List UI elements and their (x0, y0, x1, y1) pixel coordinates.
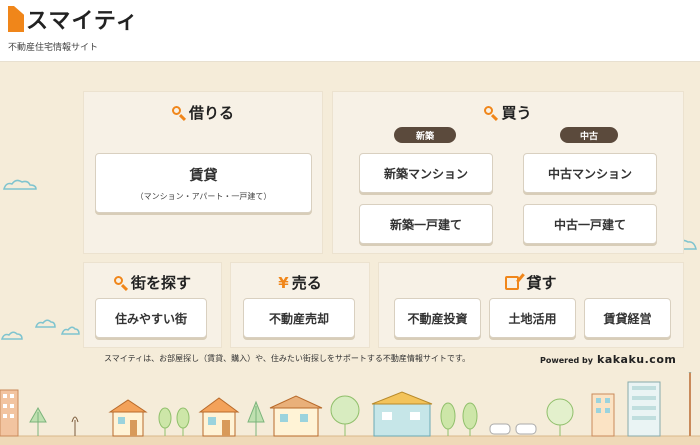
lend-title: 貸す (379, 272, 683, 293)
used-house-button[interactable]: 中古一戸建て (523, 204, 657, 244)
site-tagline: 不動産住宅情報サイト (8, 43, 99, 53)
buy-panel: 買う 新築 中古 新築マンション 中古マンション 新築一戸建て 中古一戸建て (332, 91, 684, 254)
rent-button-sub: （マンション・アパート・一戸建て） (135, 191, 272, 201)
rent-button-label: 賃貸 (189, 167, 218, 184)
rent-title-label: 借りる (188, 104, 234, 122)
town-panel: 街を探す 住みやすい街 (83, 262, 222, 348)
kakaku-logo: kakaku.com (597, 353, 677, 366)
sell-estate-button[interactable]: 不動産売却 (243, 298, 355, 338)
logo-text: スマイティ (26, 9, 139, 34)
sell-title-label: 売る (291, 274, 322, 292)
search-icon (113, 275, 128, 290)
site-description: スマイティは、お部屋探し（賃貸、購入）や、住みたい街探しをサポートする不動産情報… (104, 354, 471, 363)
logo-mark-icon (8, 6, 30, 34)
cloud-icon (34, 319, 56, 328)
cloud-icon (60, 326, 80, 335)
town-scenery-illustration (0, 372, 700, 445)
cloud-icon (3, 179, 37, 190)
livable-town-button[interactable]: 住みやすい街 (95, 298, 207, 338)
search-icon (171, 105, 186, 120)
lend-panel: 貸す 不動産投資 土地活用 賃貸経営 (378, 262, 684, 348)
pen-note-icon (505, 275, 520, 290)
land-use-button[interactable]: 土地活用 (489, 298, 576, 338)
cloud-icon (0, 331, 23, 340)
sell-title: ¥ 売る (231, 272, 369, 293)
town-title: 街を探す (84, 272, 221, 293)
buy-title-label: 買う (501, 104, 532, 122)
new-mansion-button[interactable]: 新築マンション (359, 153, 493, 193)
used-pill: 中古 (560, 127, 618, 143)
powered-by[interactable]: Powered by kakaku.com (540, 353, 676, 366)
site-header: スマイティ 不動産住宅情報サイト (0, 0, 700, 62)
buy-title: 買う (333, 102, 683, 123)
town-title-label: 街を探す (130, 274, 191, 292)
new-pill: 新築 (394, 127, 456, 143)
new-house-button[interactable]: 新築一戸建て (359, 204, 493, 244)
used-mansion-button[interactable]: 中古マンション (523, 153, 657, 193)
rental-management-button[interactable]: 賃貸経営 (584, 298, 671, 338)
yen-icon: ¥ (278, 273, 289, 292)
sell-panel: ¥ 売る 不動産売却 (230, 262, 370, 348)
site-logo[interactable]: スマイティ (8, 6, 139, 34)
search-icon (484, 105, 498, 120)
powered-by-label: Powered by (540, 356, 593, 365)
investment-button[interactable]: 不動産投資 (394, 298, 481, 338)
rent-panel: 借りる 賃貸 （マンション・アパート・一戸建て） (83, 91, 323, 254)
rent-title: 借りる (84, 102, 322, 123)
rent-button[interactable]: 賃貸 （マンション・アパート・一戸建て） (95, 153, 312, 213)
lend-title-label: 貸す (526, 274, 557, 292)
